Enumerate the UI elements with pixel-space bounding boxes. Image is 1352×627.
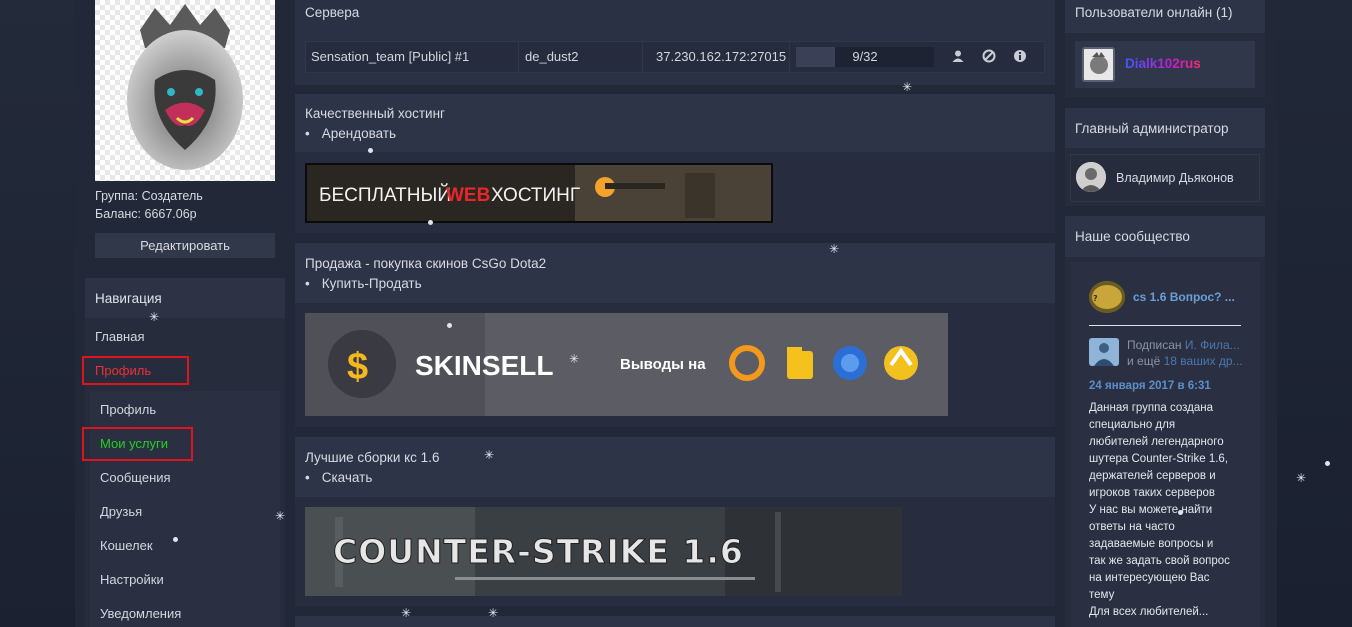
submenu-item-messages[interactable]: Сообщения: [100, 470, 171, 485]
ad-builds-link[interactable]: Скачать: [305, 470, 373, 485]
submenu-item-profile[interactable]: Профиль: [100, 402, 156, 417]
snow-dot: [1178, 510, 1183, 515]
main-admin-avatar: [1076, 162, 1106, 192]
ad-builds-header: [295, 437, 1055, 497]
skinsell-withdraw-text: Выводы на: [620, 356, 706, 373]
community-group-avatar: ?: [1089, 281, 1125, 313]
submenu-item-friends[interactable]: Друзья: [100, 504, 142, 519]
snow-dot: [447, 323, 452, 328]
submenu-item-notifications[interactable]: Уведомления: [100, 606, 181, 621]
info-icon[interactable]: [1013, 49, 1027, 63]
snowflake-icon: ✳: [484, 448, 495, 462]
community-divider: [1089, 325, 1241, 326]
profile-group: Группа: Создатель: [95, 189, 203, 203]
background-right: [1277, 0, 1352, 627]
server-name: Sensation_team [Public] #1: [305, 41, 519, 73]
snow-dot: [173, 537, 178, 542]
snowflake-icon: ✳: [401, 606, 412, 620]
ad-hosting-title: Качественный хостинг: [305, 106, 445, 121]
submenu-item-settings[interactable]: Настройки: [100, 572, 164, 587]
svg-text:?: ?: [1093, 294, 1098, 303]
svg-text:$: $: [347, 346, 368, 388]
snow-dot: [368, 148, 373, 153]
community-title: Наше сообщество: [1075, 229, 1190, 244]
ad-skins-header: [295, 243, 1055, 303]
counter-strike-banner-text: COUNTER-STRIKE 1.6: [333, 532, 744, 571]
community-group-name[interactable]: cs 1.6 Вопрос? ...: [1133, 290, 1235, 304]
submenu-item-wallet[interactable]: Кошелек: [100, 538, 153, 553]
background-left: [0, 0, 75, 627]
user-icon[interactable]: [951, 49, 965, 63]
community-post-text: Данная группа создана специально для люб…: [1089, 402, 1230, 618]
server-map: de_dust2: [519, 41, 643, 73]
nav-item-home[interactable]: Главная: [95, 329, 144, 344]
snowflake-icon: ✳: [902, 80, 913, 94]
skinsell-brand: SKINSELL: [415, 350, 553, 381]
community-friends-line: и ещё 18 ваших др...: [1127, 354, 1243, 368]
online-user-avatar: [1082, 47, 1115, 82]
block-icon[interactable]: [982, 49, 996, 63]
snowflake-icon: ✳: [488, 606, 499, 620]
main-admin-title: Главный администратор: [1075, 121, 1229, 136]
community-subscribed-line: Подписан И. Фила...: [1127, 338, 1240, 352]
main-admin-name[interactable]: Владимир Дьяконов: [1116, 171, 1234, 185]
community-post-date[interactable]: 24 января 2017 в 6:31: [1089, 380, 1211, 392]
snowflake-icon: ✳: [829, 242, 840, 256]
server-address[interactable]: 37.230.162.172:27015: [643, 41, 790, 73]
servers-title: Сервера: [305, 5, 360, 20]
ad-hosting-header: [295, 94, 1055, 152]
hosting-banner-word1: БЕСПЛАТНЫЙ: [319, 184, 451, 206]
snowflake-icon: ✳: [569, 352, 580, 366]
snowflake-icon: ✳: [275, 509, 286, 523]
community-friends-link[interactable]: 18 ваших др...: [1164, 354, 1243, 368]
hosting-banner-word3: ХОСТИНГ: [491, 185, 580, 206]
ad-skins-link[interactable]: Купить-Продать: [305, 276, 422, 291]
skinsell-banner[interactable]: $ SKINSELL Выводы на: [305, 313, 948, 416]
counter-strike-banner[interactable]: COUNTER-STRIKE 1.6: [305, 507, 902, 596]
navigation-header: Навигация: [85, 278, 285, 318]
profile-balance: Баланс: 6667.06р: [95, 207, 197, 221]
profile-avatar: [95, 0, 275, 181]
ad-skins-title: Продажа - покупка скинов CsGo Dota2: [305, 256, 547, 271]
highlight-profile: [82, 356, 189, 385]
community-and-more-prefix: и ещё: [1127, 354, 1161, 368]
edit-profile-button[interactable]: Редактировать: [95, 233, 275, 258]
highlight-my-services: [82, 427, 193, 461]
snow-dot: [1325, 461, 1330, 466]
snowflake-icon: ✳: [149, 310, 160, 324]
hosting-banner[interactable]: БЕСПЛАТНЫЙ WEB ХОСТИНГ: [305, 163, 773, 223]
ad-hosting-link[interactable]: Арендовать: [305, 126, 396, 141]
online-user-name[interactable]: Dialk102rus: [1125, 56, 1201, 71]
community-subscribed-name[interactable]: И. Фила...: [1185, 338, 1240, 352]
hosting-banner-word2: WEB: [446, 185, 490, 206]
ad-builds-title: Лучшие сборки кс 1.6: [305, 450, 440, 465]
snow-dot: [428, 220, 433, 225]
community-subscriber-avatar: [1089, 338, 1119, 366]
online-users-title: Пользователи онлайн (1): [1075, 5, 1233, 20]
server-players-count: 9/32: [852, 49, 878, 64]
snowflake-icon: ✳: [1296, 471, 1307, 485]
community-subscribed-prefix: Подписан: [1127, 338, 1182, 352]
